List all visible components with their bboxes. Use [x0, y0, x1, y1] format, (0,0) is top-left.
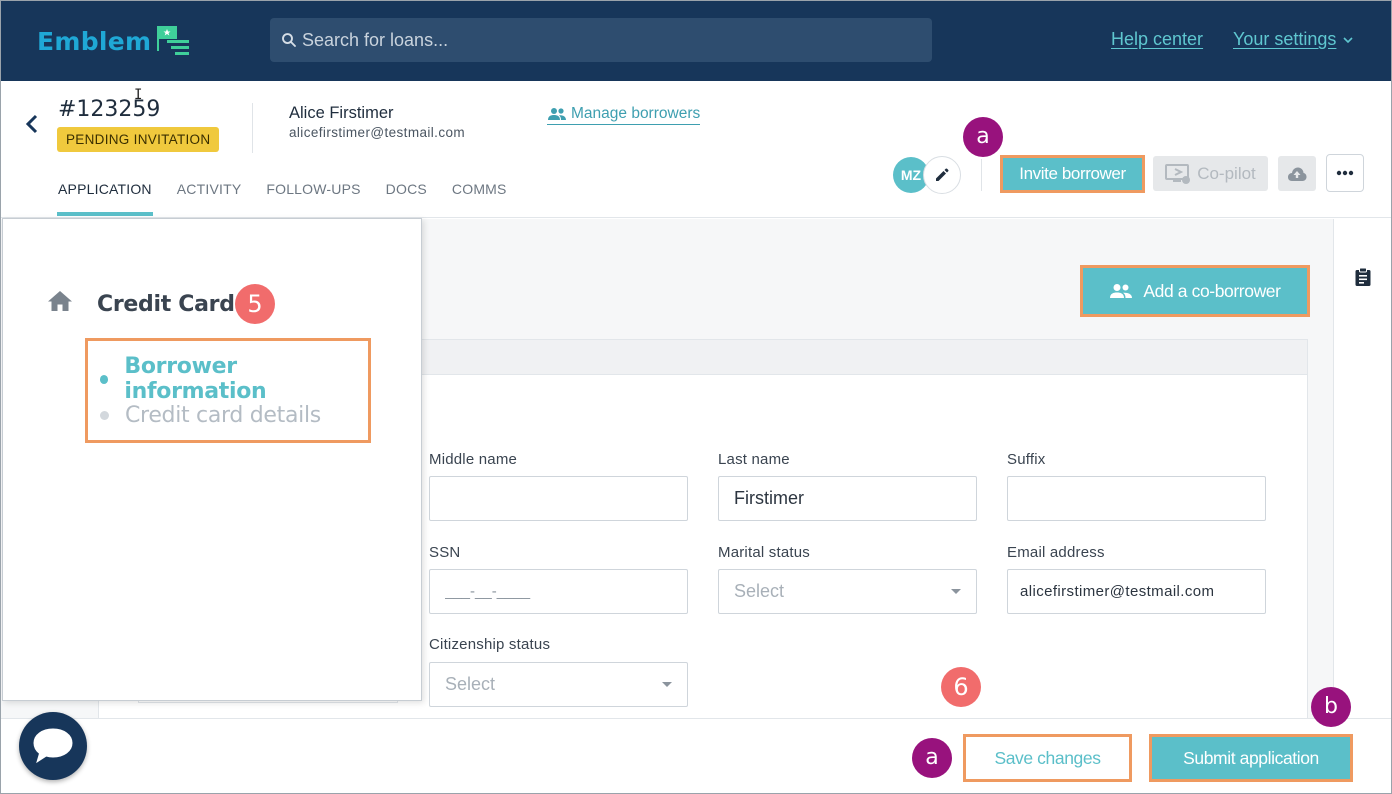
- chevron-down-icon: [1343, 36, 1353, 43]
- logo-flag-icon: [153, 25, 193, 57]
- tab-application[interactable]: APPLICATION: [57, 181, 153, 217]
- cloud-upload-icon: [1288, 167, 1307, 181]
- clipboard-icon[interactable]: [1354, 267, 1372, 287]
- emblem-logo[interactable]: Emblem: [37, 21, 193, 61]
- callout-a-bottom: a: [912, 738, 952, 778]
- loan-tabs: APPLICATION ACTIVITY FOLLOW-UPS DOCS COM…: [57, 181, 532, 217]
- pencil-icon: [936, 168, 949, 181]
- email-label: Email address: [1007, 544, 1105, 561]
- settings-label: Your settings: [1233, 29, 1337, 49]
- callout-6: 6: [941, 667, 981, 707]
- more-options-button[interactable]: [1326, 154, 1364, 192]
- people-icon: [548, 108, 566, 120]
- invite-borrower-button[interactable]: Invite borrower: [1000, 155, 1145, 193]
- more-horizontal-icon: [1336, 170, 1354, 176]
- home-icon: [48, 291, 72, 311]
- manage-borrowers-label: Manage borrowers: [571, 105, 701, 122]
- marital-status-select[interactable]: Select: [718, 569, 977, 614]
- submit-application-button[interactable]: Submit application: [1149, 734, 1353, 782]
- nav-item-credit-card-details[interactable]: Credit card details: [100, 403, 321, 428]
- active-dot-icon: [100, 374, 109, 384]
- marital-status-label: Marital status: [718, 544, 810, 561]
- tab-activity[interactable]: ACTIVITY: [177, 181, 242, 217]
- dropdown-caret-icon: [951, 589, 961, 594]
- ssn-field[interactable]: [429, 569, 688, 614]
- callout-5: 5: [235, 284, 275, 324]
- nav-item-label: Credit card details: [125, 403, 321, 428]
- borrower-name: Alice Firstimer: [289, 104, 394, 122]
- status-badge: PENDING INVITATION: [57, 127, 220, 152]
- co-pilot-label: Co-pilot: [1197, 163, 1256, 183]
- nav-items-highlight: Borrower information Credit card details: [85, 338, 371, 443]
- manage-borrowers-link[interactable]: Manage borrowers: [547, 105, 701, 125]
- nav-item-label: Borrower information: [124, 354, 267, 404]
- last-name-label: Last name: [718, 451, 790, 468]
- loan-header: #123259 I PENDING INVITATION Alice First…: [1, 81, 1391, 218]
- co-pilot-button[interactable]: Co-pilot: [1153, 156, 1268, 191]
- nav-section-title: Credit Card: [97, 292, 235, 317]
- tab-comms[interactable]: COMMS: [452, 181, 507, 217]
- screen-share-icon: [1165, 163, 1191, 184]
- chat-bubble-icon: [33, 728, 73, 764]
- edit-assignee-button[interactable]: [923, 156, 961, 194]
- suffix-label: Suffix: [1007, 451, 1046, 468]
- search-icon: [282, 33, 296, 47]
- search-input[interactable]: [302, 29, 902, 51]
- people-icon: [1110, 284, 1133, 298]
- text-cursor-icon: I: [134, 87, 143, 103]
- your-settings-menu[interactable]: Your settings: [1233, 29, 1354, 50]
- logo-text: Emblem: [37, 26, 152, 56]
- add-co-borrower-button[interactable]: Add a co-borrower: [1080, 265, 1310, 317]
- middle-name-field[interactable]: [429, 476, 688, 521]
- borrower-email: alicefirstimer@testmail.com: [289, 125, 466, 140]
- citizenship-value: Select: [445, 674, 496, 694]
- ssn-label: SSN: [429, 544, 461, 561]
- email-field[interactable]: [1007, 569, 1266, 614]
- top-bar: Emblem Help center Your setting: [1, 1, 1391, 81]
- save-changes-button[interactable]: Save changes: [963, 734, 1132, 782]
- back-arrow-icon[interactable]: [23, 113, 41, 135]
- header-divider: [252, 103, 253, 153]
- right-rail: [1333, 219, 1391, 718]
- dropdown-caret-icon: [662, 682, 672, 687]
- tab-follow-ups[interactable]: FOLLOW-UPS: [266, 181, 360, 217]
- upload-button[interactable]: [1278, 156, 1316, 191]
- actions-divider: [981, 159, 982, 191]
- inactive-dot-icon: [100, 411, 109, 420]
- middle-name-label: Middle name: [429, 451, 518, 468]
- callout-a-top: a: [963, 117, 1003, 157]
- nav-item-borrower-information[interactable]: Borrower information: [100, 354, 368, 404]
- section-nav-popup: Credit Card 5 Borrower information Credi…: [2, 218, 422, 701]
- suffix-field[interactable]: [1007, 476, 1266, 521]
- add-co-borrower-label: Add a co-borrower: [1143, 280, 1281, 301]
- marital-status-value: Select: [734, 581, 785, 601]
- search-box[interactable]: [270, 18, 932, 62]
- help-center-link[interactable]: Help center: [1111, 29, 1203, 50]
- citizenship-label: Citizenship status: [429, 636, 551, 653]
- tab-docs[interactable]: DOCS: [386, 181, 427, 217]
- last-name-field[interactable]: [718, 476, 977, 521]
- callout-b: b: [1311, 687, 1351, 727]
- app-window: Emblem Help center Your setting: [0, 0, 1392, 794]
- citizenship-select[interactable]: Select: [429, 662, 688, 707]
- loan-number: #123259: [58, 97, 161, 122]
- chat-button[interactable]: [19, 712, 87, 780]
